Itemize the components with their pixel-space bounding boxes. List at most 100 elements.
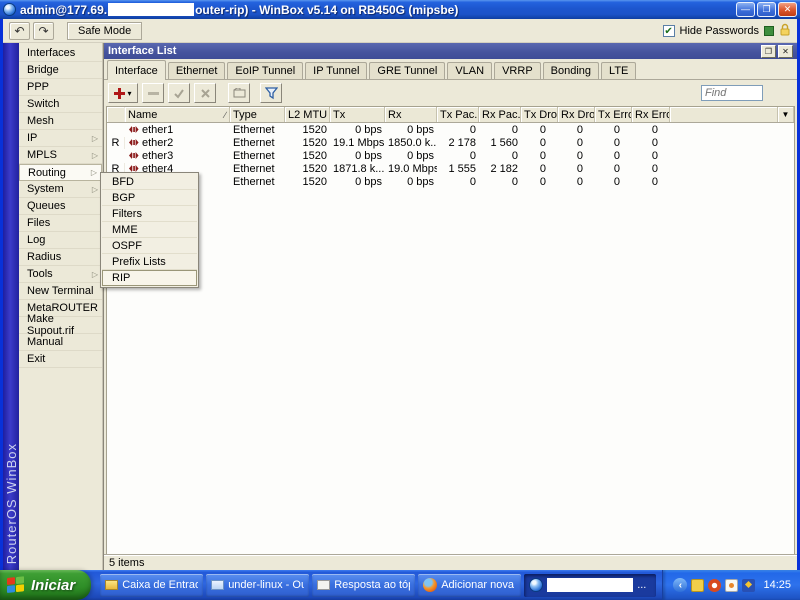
column-header-tx[interactable]: Tx [330,107,385,122]
tab-vlan[interactable]: VLAN [447,62,493,79]
sidebar-item-files[interactable]: Files [19,215,102,232]
tray-bolt-icon[interactable] [742,578,756,592]
sidebar-item-system[interactable]: System ▷ [19,181,102,198]
taskbar-item-winbox[interactable]: ... [524,573,657,597]
windows-logo-icon [7,575,26,595]
interface-list-restore-button[interactable]: ❐ [761,44,776,58]
sidebar-item-radius[interactable]: Radius [19,249,102,266]
column-menu-button[interactable]: ▼ [777,107,794,122]
sidebar-item-new-terminal[interactable]: New Terminal [19,283,102,300]
column-header-tx-drops[interactable]: Tx Drops [521,107,558,122]
table-row[interactable]: Rether4 Ethernet 1520 1871.8 k... 19.0 Mbps 1… [107,162,794,175]
tab-bonding[interactable]: Bonding [542,62,600,79]
cell-l2-mtu: 1520 [302,136,327,149]
sidebar-item-interfaces[interactable]: Interfaces [19,45,102,62]
disable-button[interactable] [194,83,216,103]
tab-eoip-tunnel[interactable]: EoIP Tunnel [227,62,304,79]
app-toolbar: ↶ ↷ Safe Mode ✔ Hide Passwords [3,19,797,43]
tray-note-icon[interactable] [691,578,705,592]
minimize-button[interactable]: — [736,2,755,17]
cell-rx: 0 bps [407,175,434,188]
hide-passwords-checkbox[interactable]: ✔ [662,24,675,37]
sidebar-item-label: Switch [27,98,60,110]
tab-gre-tunnel[interactable]: GRE Tunnel [369,62,446,79]
redo-button[interactable]: ↷ [33,21,54,40]
sidebar-item-ppp[interactable]: PPP [19,79,102,96]
safe-mode-button[interactable]: Safe Mode [67,21,143,40]
menu-item-filters[interactable]: Filters [102,206,197,222]
restore-button[interactable]: ❐ [757,2,776,17]
sidebar-item-make-supout-rif[interactable]: Make Supout.rif [19,313,102,337]
column-header-label: Rx Pac... [482,108,521,121]
column-header-rx-pac[interactable]: Rx Pac... [479,107,521,122]
tab-ethernet[interactable]: Ethernet [167,62,226,79]
cell-rx-drops: 0 [576,175,583,188]
sidebar-item-mpls[interactable]: MPLS ▷ [19,147,102,164]
tab-ip-tunnel[interactable]: IP Tunnel [305,62,368,79]
column-header-rx[interactable]: Rx [385,107,437,122]
column-header-type[interactable]: Type [230,107,285,122]
taskbar-item-adicionar-nova-cla[interactable]: Adicionar nova cla... [418,573,522,597]
menu-item-bgp[interactable]: BGP [102,190,197,206]
find-input[interactable] [701,85,763,101]
tab-interface[interactable]: Interface [107,60,166,80]
add-button[interactable]: ▾ [108,83,138,103]
cell-tx-drops: 0 [539,162,546,175]
interface-list-title: Interface List [108,45,177,57]
taskbar-item-caixa-de-entrada[interactable]: Caixa de Entrada -... [100,573,204,597]
tab-lte[interactable]: LTE [601,62,637,79]
menu-item-bfd[interactable]: BFD [102,174,197,190]
table-row[interactable]: ether1 Ethernet 1520 0 bps 0 bps 0 0 0 0 0 0 [107,123,794,136]
column-header-l2-mtu[interactable]: L2 MTU [285,107,330,122]
start-button[interactable]: Iniciar [0,570,92,600]
sidebar-item-tools[interactable]: Tools ▷ [19,266,102,283]
sidebar-item-queues[interactable]: Queues [19,198,102,215]
column-header-flag[interactable] [107,107,125,122]
column-header-rx-errors[interactable]: Rx Errors [632,107,670,122]
sidebar-item-switch[interactable]: Switch [19,96,102,113]
interface-list-close-button[interactable]: ✕ [778,44,793,58]
cell-tx-drops: 0 [539,149,546,162]
taskbar-item-under-linux-outlo[interactable]: under-linux - Outlo... [206,573,310,597]
sidebar-item-bridge[interactable]: Bridge [19,62,102,79]
column-header-label: Tx Errors [598,108,631,121]
table-row[interactable]: ether3 Ethernet 1520 0 bps 0 bps 0 0 0 0 0 0 [107,149,794,162]
remove-button[interactable] [142,83,164,103]
interface-list-titlebar[interactable]: Interface List ❐ ✕ [104,43,797,59]
tray-clock-app-icon[interactable] [725,578,739,592]
undo-button[interactable]: ↶ [9,21,30,40]
column-header-tx-errors[interactable]: Tx Errors [595,107,632,122]
column-header-tx-pac[interactable]: Tx Pac... [437,107,479,122]
sidebar-item-exit[interactable]: Exit [19,351,102,368]
taskbar-item-resposta-ao-t-pic[interactable]: Resposta ao tópic... [312,573,416,597]
filter-button[interactable] [260,83,282,103]
menu-item-mme[interactable]: MME [102,222,197,238]
outlook-express-icon [211,580,225,590]
cell-tx: 19.1 Mbps [333,136,385,149]
cell-tx-packets: 0 [469,149,476,162]
sidebar-item-mesh[interactable]: Mesh [19,113,102,130]
sidebar-item-log[interactable]: Log [19,232,102,249]
table-header: Name∕TypeL2 MTUTxRxTx Pac...Rx Pac...Tx … [107,107,794,123]
menu-item-ospf[interactable]: OSPF [102,238,197,254]
cell-type: Ethernet [233,136,275,149]
table-row[interactable]: Rether2 Ethernet 1520 19.1 Mbps 1850.0 k... 2… [107,136,794,149]
cell-rx-drops: 0 [576,123,583,136]
tray-record-icon[interactable] [708,578,722,592]
column-header-rx-drops[interactable]: Rx Drops [558,107,595,122]
close-button[interactable]: ✕ [778,2,797,17]
table-row[interactable]: ether5Ethernet15200 bps0 bps000000 [107,175,794,188]
tray-collapse-chevron-icon[interactable]: ‹ [673,578,688,592]
sidebar-item-routing[interactable]: Routing ▷ [19,164,102,181]
interface-table: Name∕TypeL2 MTUTxRxTx Pac...Rx Pac...Tx … [106,106,795,555]
menu-item-prefix-lists[interactable]: Prefix Lists [102,254,197,270]
sidebar-item-ip[interactable]: IP ▷ [19,130,102,147]
column-header-name[interactable]: Name ∕ [125,107,230,122]
comment-button[interactable] [228,83,250,103]
enable-button[interactable] [168,83,190,103]
column-header-label: Tx [333,108,346,121]
sidebar-item-label: Make Supout.rif [27,313,75,337]
menu-item-rip[interactable]: RIP [102,270,197,286]
table-body: ether1 Ethernet 1520 0 bps 0 bps 0 0 0 0 0 0 Rether… [107,123,794,188]
tab-vrrp[interactable]: VRRP [494,62,541,79]
